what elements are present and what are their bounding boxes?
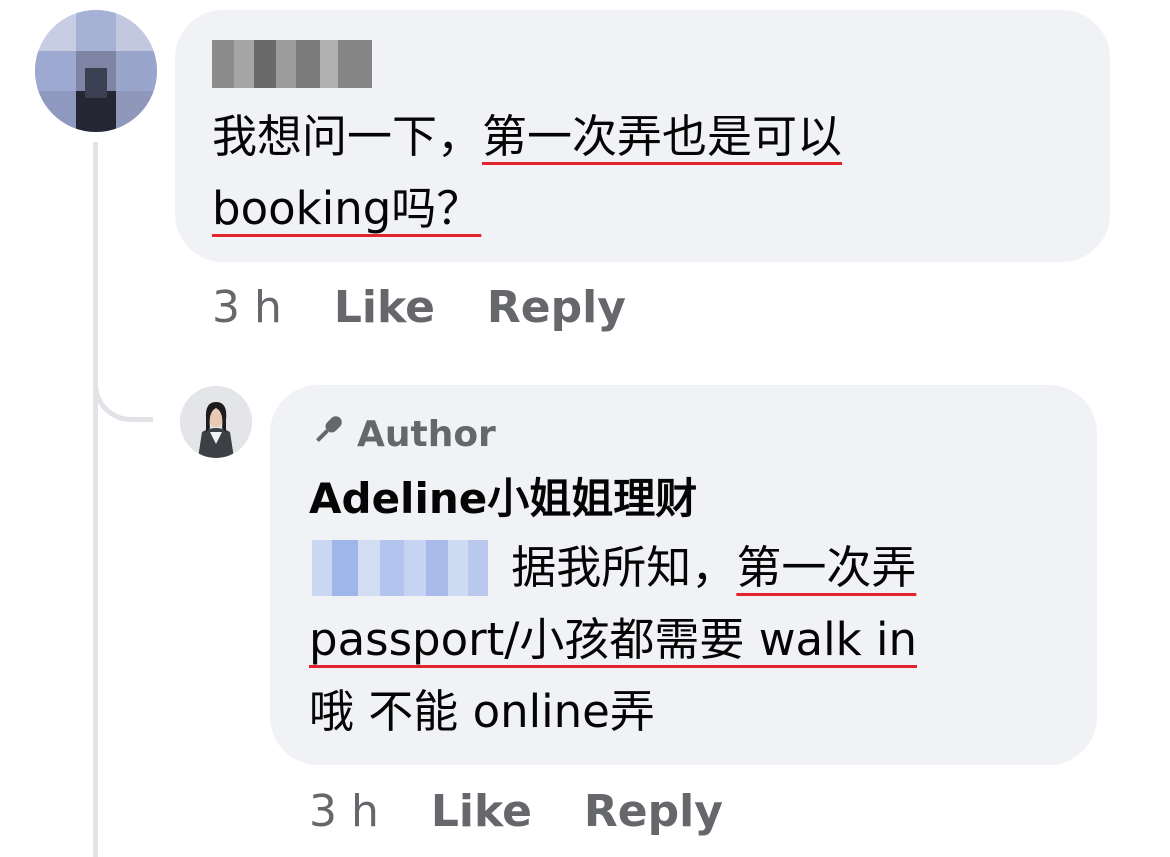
underlined-text: booking吗？ xyxy=(212,182,482,235)
comment-actions: 3 h Like Reply xyxy=(212,282,626,333)
underlined-text: 第一次弄 xyxy=(736,541,917,594)
blurred-avatar-image xyxy=(35,10,157,132)
thread-line xyxy=(93,142,98,857)
reply-text: 据我所知，第一次弄 passport/小孩都需要 walk in 哦 不能 on… xyxy=(309,532,917,748)
author-avatar[interactable] xyxy=(180,386,252,458)
underlined-text: passport/小孩都需要 walk in xyxy=(309,613,918,666)
reply-button[interactable]: Reply xyxy=(487,282,626,333)
author-badge-label: Author xyxy=(357,413,496,455)
comment-timestamp[interactable]: 3 h xyxy=(212,282,282,333)
reply-actions: 3 h Like Reply xyxy=(309,786,723,837)
reply-timestamp[interactable]: 3 h xyxy=(309,786,379,837)
reply-author-name[interactable]: Adeline小姐姐理财 xyxy=(309,471,697,527)
reply-connector xyxy=(93,330,153,422)
reply-text-part: 据我所知， xyxy=(497,541,737,594)
author-avatar-image xyxy=(180,386,252,458)
underlined-text: 第一次弄也是可以 xyxy=(482,110,843,163)
commenter-name-blurred[interactable] xyxy=(212,40,372,88)
comment-text: 我想问一下，第一次弄也是可以 booking吗？ xyxy=(212,101,842,245)
comment-text-part: 我想问一下， xyxy=(212,110,483,163)
microphone-icon xyxy=(309,411,347,458)
author-badge: Author xyxy=(309,411,496,457)
reply-button[interactable]: Reply xyxy=(584,786,723,837)
like-button[interactable]: Like xyxy=(431,786,532,837)
like-button[interactable]: Like xyxy=(334,282,435,333)
commenter-avatar[interactable] xyxy=(35,10,157,132)
reply-text-part: 哦 不能 online弄 xyxy=(309,685,655,738)
